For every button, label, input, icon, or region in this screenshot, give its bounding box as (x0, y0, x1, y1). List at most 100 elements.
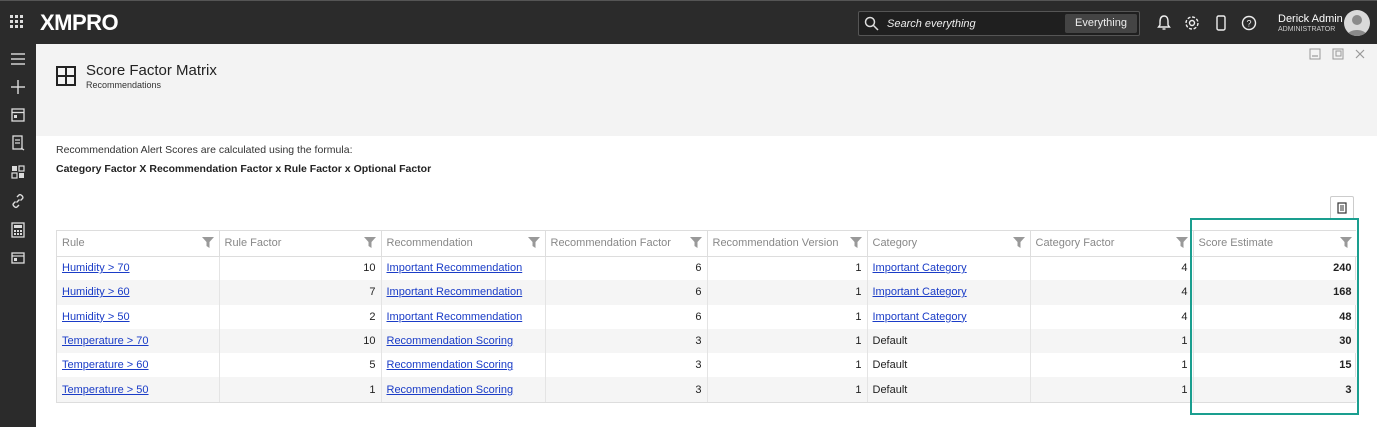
minimize-icon[interactable] (1309, 48, 1321, 60)
category-factor-cell: 1 (1030, 328, 1194, 354)
column-header-category[interactable]: Category (867, 231, 1031, 257)
export-button[interactable] (1330, 196, 1354, 220)
filter-icon[interactable] (689, 237, 702, 248)
export-icon (1337, 202, 1347, 214)
link-icon[interactable] (9, 192, 27, 210)
rule-link[interactable]: Humidity > 50 (62, 311, 130, 323)
recommendation-factor-cell: 3 (545, 328, 708, 354)
category-factor-cell: 4 (1030, 280, 1194, 305)
recommendation-cell: Recommendation Scoring (381, 377, 546, 402)
recommendation-factor-cell: 6 (545, 280, 708, 305)
category-cell: Default (867, 353, 1031, 378)
recommendation-factor-cell: 6 (545, 256, 708, 281)
column-label: Recommendation Factor (550, 237, 671, 250)
recommendation-cell: Important Recommendation (381, 256, 546, 281)
column-header-rule[interactable]: Rule (57, 231, 220, 257)
category-cell-cell: Important Category (867, 256, 1031, 281)
search-scope-button[interactable]: Everything (1065, 14, 1137, 33)
search-icon (864, 16, 879, 31)
category-factor-cell: 4 (1030, 256, 1194, 281)
user-name[interactable]: Derick Admin (1278, 13, 1343, 25)
score-estimate-cell: 48 (1193, 304, 1358, 329)
column-label: Rule (62, 237, 85, 250)
column-header-recommendation[interactable]: Recommendation (381, 231, 546, 257)
plus-icon[interactable] (9, 78, 27, 96)
rule-link[interactable]: Humidity > 70 (62, 262, 130, 274)
dashboard-icon[interactable] (9, 163, 27, 181)
rule-link[interactable]: Temperature > 60 (62, 359, 149, 371)
avatar[interactable] (1344, 10, 1370, 36)
close-icon[interactable] (1354, 48, 1366, 60)
filter-icon[interactable] (1175, 237, 1188, 248)
table-row[interactable]: Humidity > 60 7 Important Recommendation 6 1… (57, 280, 1358, 305)
svg-text:?: ? (1246, 19, 1251, 29)
rule-link[interactable]: Temperature > 50 (62, 384, 149, 396)
table-row[interactable]: Temperature > 50 1 Recommendation Scoring 3… (57, 377, 1358, 402)
rule-cell: Temperature > 50 (57, 377, 220, 402)
rule-cell: Humidity > 50 (57, 304, 220, 329)
menu-icon[interactable] (9, 50, 27, 68)
table-row[interactable]: Humidity > 70 10 Important Recommendation 6… (57, 256, 1358, 281)
column-label: Rule Factor (224, 237, 282, 250)
recommendation-link[interactable]: Important Recommendation (387, 262, 523, 274)
recommendation-version-cell: 1 (707, 304, 868, 329)
rule-link[interactable]: Temperature > 70 (62, 335, 149, 347)
filter-icon[interactable] (527, 237, 540, 248)
table-row[interactable]: Temperature > 70 10 Recommendation Scoring… (57, 328, 1358, 354)
column-header-rule-factor[interactable]: Rule Factor (219, 231, 382, 257)
recommendation-link[interactable]: Recommendation Scoring (387, 359, 514, 371)
score-matrix-grid: Rule Rule Factor Recommendation Recommendat… (56, 230, 1358, 403)
category-factor-cell: 1 (1030, 377, 1194, 402)
bell-icon[interactable] (1155, 14, 1173, 32)
filter-icon[interactable] (1012, 237, 1025, 248)
column-header-score-estimate[interactable]: Score Estimate (1193, 231, 1358, 257)
page-subtitle: Recommendations (86, 80, 162, 90)
recommendation-link[interactable]: Recommendation Scoring (387, 335, 514, 347)
search-input[interactable] (887, 15, 1057, 33)
maximize-icon[interactable] (1332, 48, 1344, 60)
rule-cell: Temperature > 60 (57, 353, 220, 378)
table-row[interactable]: Humidity > 50 2 Important Recommendation 6 1… (57, 304, 1358, 329)
recommendation-cell: Important Recommendation (381, 304, 546, 329)
rule-link[interactable]: Humidity > 60 (62, 286, 130, 298)
column-header-recommendation-factor[interactable]: Recommendation Factor (545, 231, 708, 257)
apps-grid-icon[interactable] (10, 15, 24, 29)
category-factor-cell: 4 (1030, 304, 1194, 329)
recommendation-link[interactable]: Recommendation Scoring (387, 384, 514, 396)
filter-icon[interactable] (1339, 237, 1352, 248)
filter-icon[interactable] (201, 237, 214, 248)
filter-icon[interactable] (363, 237, 376, 248)
filter-icon[interactable] (849, 237, 862, 248)
recommendation-link[interactable]: Important Recommendation (387, 311, 523, 323)
category-cell: Default (867, 377, 1031, 402)
category-link[interactable]: Important Category (873, 311, 967, 323)
document-icon[interactable] (9, 134, 27, 152)
rule-cell: Humidity > 70 (57, 256, 220, 281)
rule-factor-cell: 1 (219, 377, 382, 402)
help-icon[interactable]: ? (1240, 14, 1258, 32)
column-header-category-factor[interactable]: Category Factor (1030, 231, 1194, 257)
rule-cell: Humidity > 60 (57, 280, 220, 305)
user-role: ADMINISTRATOR (1278, 26, 1336, 33)
recommendation-cell: Important Recommendation (381, 280, 546, 305)
column-header-recommendation-version[interactable]: Recommendation Version (707, 231, 868, 257)
app-logo[interactable]: XMPRO (40, 10, 119, 36)
recommendation-cell: Recommendation Scoring (381, 328, 546, 354)
score-estimate-cell: 15 (1193, 353, 1358, 378)
mobile-icon[interactable] (1212, 14, 1230, 32)
sidebar (0, 44, 36, 427)
column-label: Recommendation Version (712, 237, 839, 250)
category-link[interactable]: Important Category (873, 286, 967, 298)
gear-icon[interactable] (1183, 14, 1201, 32)
global-search: Everything (858, 11, 1140, 36)
calendar-icon[interactable] (9, 106, 27, 124)
calculator-icon[interactable] (9, 221, 27, 239)
rule-factor-cell: 10 (219, 256, 382, 281)
table-icon[interactable] (9, 249, 27, 267)
recommendation-link[interactable]: Important Recommendation (387, 286, 523, 298)
table-row[interactable]: Temperature > 60 5 Recommendation Scoring 3… (57, 353, 1358, 378)
score-estimate-cell: 240 (1193, 256, 1358, 281)
top-bar: XMPRO Everything ? Derick Admin ADMINIST… (0, 0, 1377, 44)
page-title: Score Factor Matrix (86, 62, 217, 79)
category-link[interactable]: Important Category (873, 262, 967, 274)
